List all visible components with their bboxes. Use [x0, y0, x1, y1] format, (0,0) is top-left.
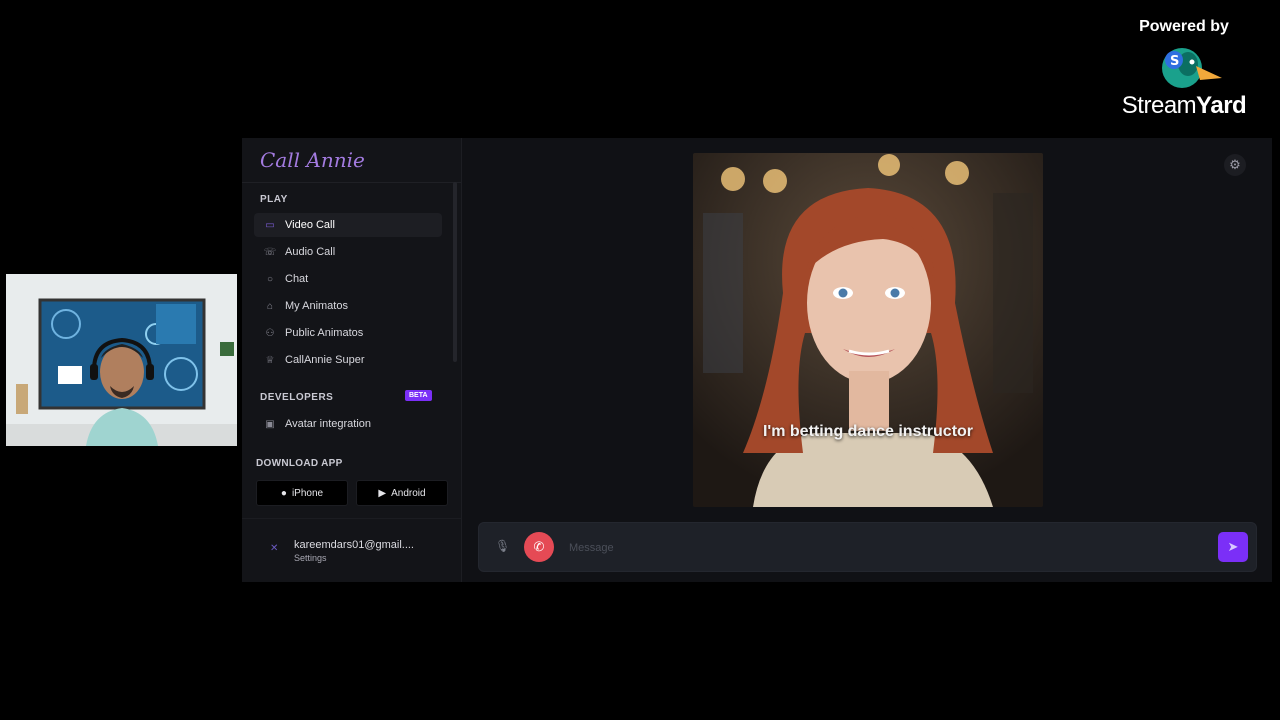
- sidebar-item-label: My Animatos: [285, 300, 348, 312]
- chat-icon: ○: [266, 273, 274, 285]
- sidebar-scrollbar[interactable]: [453, 182, 457, 362]
- sidebar-item-audio-call[interactable]: ☏ Audio Call: [254, 240, 442, 264]
- message-input[interactable]: [567, 537, 1211, 559]
- user-settings-link[interactable]: Settings: [294, 553, 327, 563]
- play-store-icon: ▶: [378, 487, 387, 499]
- hangup-icon: ✆: [533, 539, 545, 554]
- message-bar: 🎙 ✆ ➤: [478, 522, 1257, 572]
- download-app-label: DOWNLOAD APP: [256, 458, 343, 469]
- streamyard-branding: Powered by S StreamYard: [1104, 18, 1264, 118]
- microphone-icon[interactable]: 🎙: [495, 539, 510, 553]
- title-divider: [242, 182, 461, 183]
- video-call-main: I'm betting dance instructor ⚙ 🎙 ✆ ➤: [462, 138, 1272, 582]
- sidebar-item-label: Public Animatos: [285, 327, 364, 339]
- android-label: Android: [391, 487, 426, 499]
- app-title[interactable]: Call Annie: [260, 148, 365, 172]
- powered-by-text: Powered by: [1139, 18, 1229, 35]
- sidebar-item-label: Audio Call: [285, 246, 336, 258]
- close-icon[interactable]: ✕: [270, 543, 278, 554]
- sidebar-item-label: Avatar integration: [285, 418, 372, 430]
- end-call-button[interactable]: ✆: [524, 532, 554, 562]
- sidebar-item-label: Chat: [285, 273, 309, 285]
- video-icon: ▭: [265, 219, 275, 231]
- streamyard-duck-logo-icon: S: [1162, 48, 1222, 88]
- beta-badge: BETA: [405, 390, 432, 401]
- sidebar-item-label: CallAnnie Super: [285, 354, 365, 366]
- sidebar-item-label: Video Call: [285, 219, 335, 231]
- phone-icon: ☏: [263, 246, 277, 258]
- subtitle-caption: I'm betting dance instructor: [762, 423, 974, 440]
- user-account-row[interactable]: ✕ kareemdars01@gmail.... Settings: [242, 518, 461, 583]
- streamyard-wordmark: StreamYard: [1104, 94, 1264, 118]
- iphone-download-button[interactable]: ● iPhone: [256, 480, 348, 506]
- wordmark-bold: Yard: [1196, 92, 1247, 119]
- call-annie-app: Call Annie PLAY ▭ Video Call ☏ Audio Cal…: [242, 138, 1272, 582]
- section-label-play: PLAY: [260, 194, 288, 205]
- webcam-feed-image: [6, 274, 237, 446]
- sidebar-item-avatar-integration[interactable]: ▣ Avatar integration: [254, 412, 442, 436]
- settings-gear-icon[interactable]: ⚙: [1224, 154, 1246, 176]
- sidebar-item-callannie-super[interactable]: ♕ CallAnnie Super: [254, 348, 442, 372]
- presenter-webcam: [6, 274, 237, 446]
- iphone-label: iPhone: [291, 487, 324, 499]
- avatar-video-frame: I'm betting dance instructor: [693, 153, 1043, 507]
- people-icon: ⚇: [265, 327, 275, 339]
- send-button[interactable]: ➤: [1218, 532, 1248, 562]
- svg-text:S: S: [1170, 54, 1179, 69]
- sidebar-item-my-animatos[interactable]: ⌂ My Animatos: [254, 294, 442, 318]
- sidebar-item-chat[interactable]: ○ Chat: [254, 267, 442, 291]
- user-email: kareemdars01@gmail....: [294, 539, 414, 551]
- sidebar-item-video-call[interactable]: ▭ Video Call: [254, 213, 442, 237]
- robot-icon: ⌂: [266, 300, 274, 312]
- monitor-icon: ▣: [265, 418, 275, 430]
- send-icon: ➤: [1227, 539, 1239, 554]
- avatar-portrait-image: [693, 153, 1043, 507]
- android-download-button[interactable]: ▶ Android: [356, 480, 448, 506]
- wordmark-light: Stream: [1121, 92, 1197, 119]
- section-label-developers: DEVELOPERS: [260, 392, 334, 403]
- apple-icon: ●: [280, 487, 287, 499]
- crown-icon: ♕: [265, 354, 275, 366]
- sidebar: Call Annie PLAY ▭ Video Call ☏ Audio Cal…: [242, 138, 462, 582]
- sidebar-item-public-animatos[interactable]: ⚇ Public Animatos: [254, 321, 442, 345]
